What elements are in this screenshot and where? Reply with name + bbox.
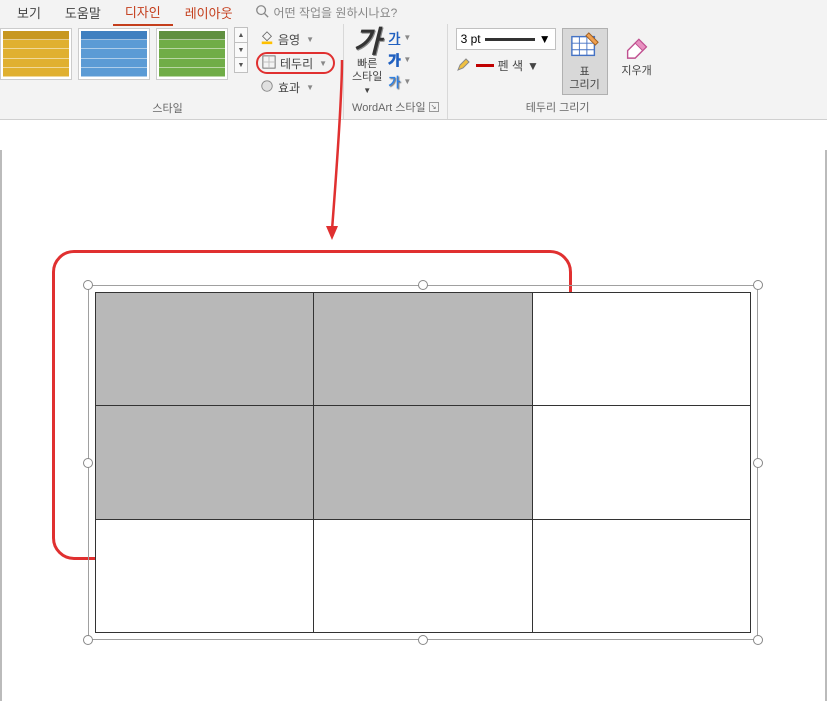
- group-label-styles: 스타일: [0, 98, 335, 118]
- draw-table-button[interactable]: 표 그리기: [562, 28, 608, 95]
- borders-icon: [262, 55, 276, 72]
- group-table-styles: ▲ ▼ ▼ 음영 ▼ 테두리 ▼: [0, 24, 344, 119]
- effects-icon: [260, 79, 274, 96]
- pen-weight-value: 3 pt: [461, 32, 481, 46]
- style-gallery-expand[interactable]: ▼: [234, 57, 248, 73]
- pen-weight-preview: [485, 38, 535, 41]
- style-scroll-down[interactable]: ▼: [234, 42, 248, 58]
- wordart-glyph-icon: 가: [353, 28, 381, 58]
- tab-help[interactable]: 도움말: [53, 0, 113, 25]
- borders-label: 테두리: [280, 55, 313, 72]
- resize-handle-sw[interactable]: [83, 635, 93, 645]
- table-row: [96, 293, 751, 406]
- shading-button[interactable]: 음영 ▼: [256, 28, 335, 50]
- dropdown-icon: ▼: [319, 59, 327, 68]
- text-effects-icon: 가: [388, 72, 400, 91]
- table-cell[interactable]: [314, 519, 532, 632]
- table-style-blue[interactable]: [78, 28, 150, 80]
- table-cell[interactable]: [96, 406, 314, 519]
- pen-color-label: 펜 색: [498, 57, 523, 74]
- table-row: [96, 406, 751, 519]
- style-scroll-up[interactable]: ▲: [234, 27, 248, 43]
- table-cell[interactable]: [314, 293, 532, 406]
- resize-handle-w[interactable]: [83, 458, 93, 468]
- table[interactable]: [95, 292, 751, 633]
- eraser-icon: [622, 30, 652, 63]
- wordart-quick-styles[interactable]: 가 빠른 스타일 ▼: [352, 28, 382, 97]
- text-outline-button[interactable]: 가▼: [388, 50, 411, 69]
- text-effects-button[interactable]: 가▼: [388, 72, 411, 91]
- dropdown-icon: ▼: [527, 59, 539, 73]
- pen-color-button[interactable]: 펜 색 ▼: [456, 56, 556, 75]
- table-cell[interactable]: [96, 519, 314, 632]
- group-label-draw-borders: 테두리 그리기: [456, 97, 660, 117]
- draw-table-label-2: 그리기: [569, 79, 599, 92]
- table-style-green[interactable]: [156, 28, 228, 80]
- dropdown-icon: ▼: [306, 83, 314, 92]
- borders-button[interactable]: 테두리 ▼: [256, 52, 335, 74]
- quick-styles-label-2: 스타일: [352, 71, 382, 84]
- dropdown-icon: ▼: [363, 86, 371, 95]
- group-wordart-styles: 가 빠른 스타일 ▼ 가▼ 가▼ 가▼ WordArt 스타일 ↘: [344, 24, 448, 119]
- search-icon: [255, 4, 269, 21]
- table-cell[interactable]: [532, 406, 750, 519]
- dropdown-icon: ▼: [539, 32, 551, 46]
- wordart-dialog-launcher[interactable]: ↘: [429, 102, 439, 112]
- table-cell[interactable]: [532, 519, 750, 632]
- tab-design[interactable]: 디자인: [113, 0, 173, 26]
- effects-button[interactable]: 효과 ▼: [256, 76, 335, 98]
- text-outline-icon: 가: [388, 50, 400, 69]
- text-fill-icon: 가: [388, 28, 400, 47]
- ribbon: 보기 도움말 디자인 레이아웃 어떤 작업을 원하시나요? ▲ ▼: [0, 0, 827, 120]
- shading-icon: [260, 31, 274, 48]
- table-row: [96, 519, 751, 632]
- quick-styles-label-1: 빠른: [352, 58, 382, 71]
- group-label-wordart: WordArt 스타일: [352, 99, 426, 115]
- text-fill-button[interactable]: 가▼: [388, 28, 411, 47]
- eraser-label: 지우개: [621, 65, 651, 78]
- pen-icon: [456, 56, 472, 75]
- table-object[interactable]: [88, 285, 758, 640]
- ribbon-tabs: 보기 도움말 디자인 레이아웃 어떤 작업을 원하시나요?: [0, 0, 827, 24]
- group-draw-borders: 3 pt ▼ 펜 색 ▼ 표 그리기: [448, 24, 668, 119]
- tab-view[interactable]: 보기: [5, 0, 53, 25]
- dropdown-icon: ▼: [306, 35, 314, 44]
- shading-label: 음영: [278, 31, 300, 48]
- pen-color-swatch: [476, 64, 494, 67]
- table-cell[interactable]: [532, 293, 750, 406]
- table-cell[interactable]: [314, 406, 532, 519]
- resize-handle-e[interactable]: [753, 458, 763, 468]
- resize-handle-ne[interactable]: [753, 280, 763, 290]
- slide-canvas[interactable]: [0, 150, 827, 701]
- effects-label: 효과: [278, 79, 300, 96]
- dropdown-icon: ▼: [403, 33, 411, 42]
- pen-weight-select[interactable]: 3 pt ▼: [456, 28, 556, 50]
- resize-handle-s[interactable]: [418, 635, 428, 645]
- draw-table-label-1: 표: [569, 66, 599, 79]
- resize-handle-nw[interactable]: [83, 280, 93, 290]
- ribbon-content: ▲ ▼ ▼ 음영 ▼ 테두리 ▼: [0, 24, 827, 119]
- dropdown-icon: ▼: [403, 55, 411, 64]
- eraser-button[interactable]: 지우개: [614, 28, 660, 80]
- table-style-gold[interactable]: [0, 28, 72, 80]
- tab-layout[interactable]: 레이아웃: [173, 0, 245, 25]
- table-cell[interactable]: [96, 293, 314, 406]
- draw-table-icon: [570, 31, 600, 64]
- resize-handle-se[interactable]: [753, 635, 763, 645]
- dropdown-icon: ▼: [403, 77, 411, 86]
- search-placeholder: 어떤 작업을 원하시나요?: [274, 4, 398, 21]
- tell-me-search[interactable]: 어떤 작업을 원하시나요?: [255, 4, 398, 21]
- table-style-gallery-spinner: ▲ ▼ ▼: [234, 28, 248, 73]
- resize-handle-n[interactable]: [418, 280, 428, 290]
